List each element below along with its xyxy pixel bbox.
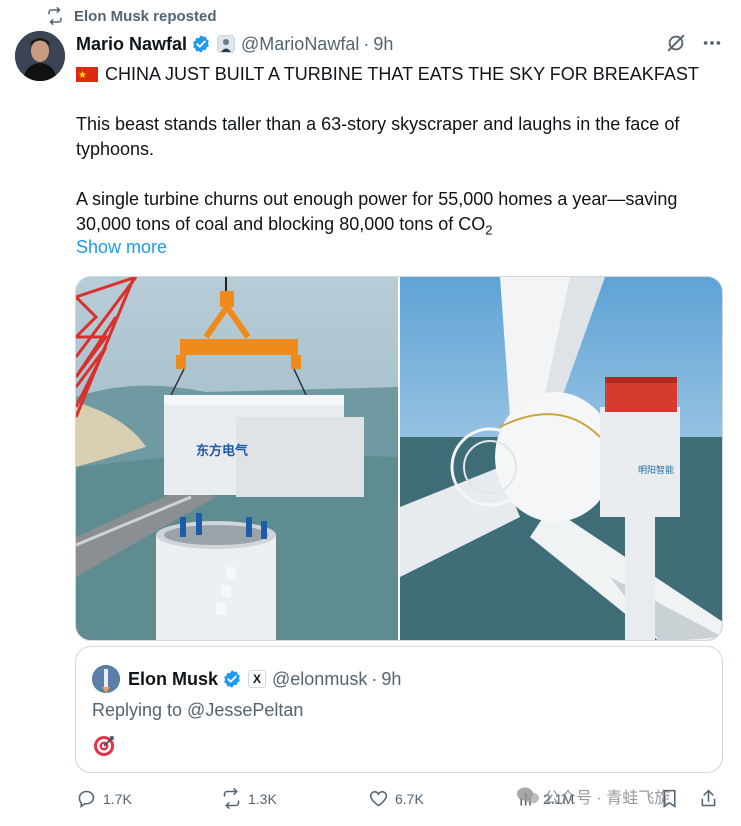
reply-icon — [78, 790, 95, 808]
author-avatar[interactable] — [15, 31, 65, 81]
share-icon — [701, 789, 716, 807]
tweet-header: Mario Nawfal @MarioNawfal · 9h — [76, 31, 393, 57]
turbine-logo-text-right: 明阳智能 — [638, 464, 674, 476]
tweet-time[interactable]: 9h — [373, 34, 393, 55]
separator-dot: · — [371, 668, 378, 689]
quoted-tweet[interactable]: Elon Musk X @elonmusk · 9h Replying to @… — [75, 646, 723, 773]
tweet-top-actions — [665, 32, 723, 54]
reply-count: 1.7K — [103, 790, 132, 807]
tweet-paragraph-2: A single turbine churns out enough power… — [76, 187, 726, 243]
share-button[interactable] — [698, 788, 719, 809]
separator-dot: · — [363, 33, 370, 54]
quoted-author-avatar[interactable] — [92, 665, 120, 693]
paragraph-2-text: A single turbine churns out enough power… — [76, 189, 678, 234]
china-flag-icon — [76, 63, 98, 88]
quoted-author-name[interactable]: Elon Musk — [128, 669, 218, 690]
repost-label: Elon Musk reposted — [74, 7, 217, 25]
quoted-author-handle[interactable]: @elonmusk — [272, 669, 367, 690]
x-affiliate-badge-icon[interactable]: X — [248, 670, 267, 688]
author-handle[interactable]: @MarioNawfal — [241, 34, 359, 55]
headline-text: CHINA JUST BUILT A TURBINE THAT EATS THE… — [105, 64, 699, 84]
affiliate-avatar-icon[interactable] — [217, 35, 236, 53]
show-more-link[interactable]: Show more — [76, 237, 167, 258]
repost-icon — [223, 788, 240, 809]
wechat-icon — [517, 787, 539, 804]
subscript-2: 2 — [485, 222, 493, 238]
quoted-tweet-time[interactable]: 9h — [381, 669, 401, 690]
verified-badge-icon — [193, 35, 209, 53]
media-image-crane-nacelle[interactable]: 东方电气 — [76, 277, 398, 640]
more-options-icon[interactable] — [701, 32, 723, 54]
author-name[interactable]: Mario Nawfal — [76, 34, 187, 55]
replying-to-label: Replying to @JessePeltan — [92, 700, 304, 720]
quoted-tweet-header: Elon Musk X @elonmusk · 9h — [92, 665, 401, 693]
repost-count: 1.3K — [248, 790, 277, 807]
watermark-text: 公众号 · 青蛙飞旋 — [544, 790, 671, 807]
grok-icon[interactable] — [665, 32, 687, 54]
tweet-paragraph-1: This beast stands taller than a 63-story… — [76, 114, 680, 159]
media-image-turbine-hub[interactable]: 明阳智能 — [400, 277, 722, 640]
media-grid: 东方电气 明阳智能 — [75, 276, 723, 641]
heart-icon — [369, 790, 388, 807]
like-count: 6.7K — [395, 790, 424, 807]
wechat-watermark: 公众号 · 青蛙飞旋 — [516, 784, 670, 808]
tweet-headline: CHINA JUST BUILT A TURBINE THAT EATS THE… — [76, 62, 726, 88]
repost-button[interactable]: 1.3K — [221, 788, 277, 809]
verified-badge-icon — [224, 670, 240, 688]
reply-button[interactable]: 1.7K — [76, 788, 132, 809]
repost-icon — [48, 7, 62, 25]
repost-indicator[interactable]: Elon Musk reposted — [46, 6, 217, 26]
like-button[interactable]: 6.7K — [368, 788, 424, 809]
direct-hit-emoji-icon — [94, 736, 114, 756]
turbine-logo-text-left: 东方电气 — [196, 443, 248, 459]
